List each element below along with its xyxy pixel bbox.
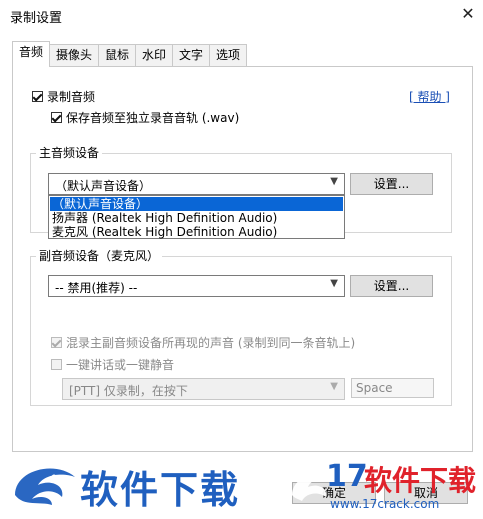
- chevron-down-icon: ▼: [330, 176, 338, 187]
- tab-text[interactable]: 文字: [172, 44, 210, 66]
- watermark-left-text: 软件下载: [80, 468, 241, 512]
- main-device-dropdown-list: （默认声音设备） 扬声器 (Realtek High Definition Au…: [48, 195, 345, 239]
- ptt-checkbox[interactable]: [51, 359, 62, 370]
- ptt-mode-value: [PTT] 仅录制，在按下: [69, 384, 188, 398]
- mix-audio-label: 混录主副音频设备所再现的声音 (录制到同一条音轨上): [66, 336, 356, 350]
- save-separate-label: 保存音频至独立录音音轨 (.wav): [66, 111, 240, 125]
- secondary-device-legend: 副音频设备（麦克风）: [36, 247, 163, 264]
- chevron-down-icon: ▼: [330, 381, 338, 392]
- dropdown-option-microphone[interactable]: 麦克风 (Realtek High Definition Audio): [50, 225, 277, 239]
- ptt-mode-select[interactable]: [PTT] 仅录制，在按下 ▼: [62, 378, 345, 400]
- window-title: 录制设置: [10, 11, 63, 26]
- ptt-label: 一键讲话或一键静音: [66, 358, 175, 372]
- close-icon[interactable]: ✕: [458, 4, 478, 24]
- chevron-down-icon: ▼: [330, 278, 338, 289]
- main-device-settings-button[interactable]: 设置...: [350, 173, 433, 195]
- dragon-logo-icon: [15, 468, 75, 505]
- watermark-number: 17: [326, 459, 368, 494]
- title-bar: 录制设置 ✕: [0, 0, 483, 30]
- tab-camera[interactable]: 摄像头: [49, 44, 99, 66]
- watermark-right-text: 软件下载: [364, 464, 477, 497]
- dropdown-option-speaker[interactable]: 扬声器 (Realtek High Definition Audio): [50, 211, 277, 225]
- tab-mouse[interactable]: 鼠标: [98, 44, 136, 66]
- mix-audio-checkbox[interactable]: [51, 337, 62, 348]
- secondary-device-select[interactable]: -- 禁用(推荐) -- ▼: [48, 275, 345, 297]
- main-device-select[interactable]: （默认声音设备） ▼: [48, 173, 345, 195]
- main-device-legend: 主音频设备: [36, 144, 103, 161]
- secondary-device-settings-button[interactable]: 设置...: [350, 275, 433, 297]
- main-device-value: （默认声音设备）: [55, 179, 152, 193]
- help-link[interactable]: [ 帮助 ]: [409, 88, 450, 105]
- tab-audio[interactable]: 音频: [12, 41, 50, 67]
- tab-options[interactable]: 选项: [209, 44, 247, 66]
- secondary-device-value: -- 禁用(推荐) --: [55, 281, 138, 295]
- tab-watermark[interactable]: 水印: [135, 44, 173, 66]
- record-audio-checkbox[interactable]: [32, 91, 43, 102]
- record-audio-label: 录制音频: [47, 90, 96, 104]
- save-separate-checkbox[interactable]: [51, 112, 62, 123]
- dropdown-option-default[interactable]: （默认声音设备）: [50, 197, 343, 211]
- watermark-overlay: 软件下载 17 软件下载 www.17crack.com: [10, 455, 480, 515]
- ptt-key-input[interactable]: Space: [351, 378, 434, 398]
- watermark-url: www.17crack.com: [330, 497, 440, 511]
